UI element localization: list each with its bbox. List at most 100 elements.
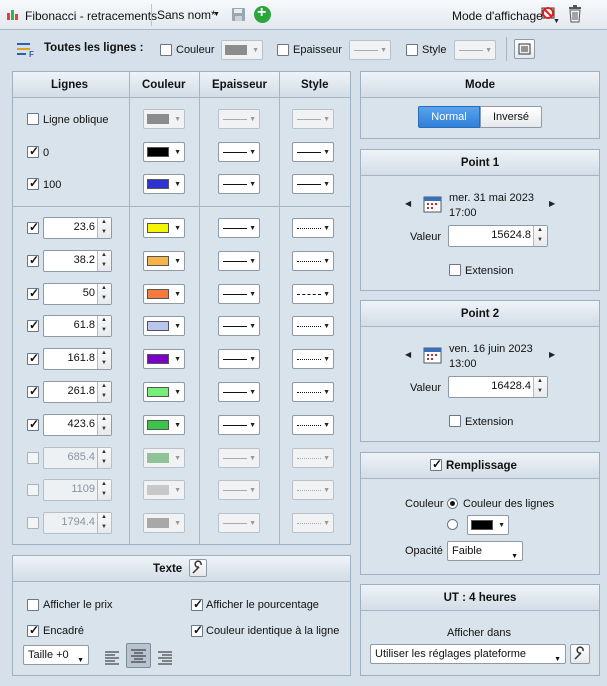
line-style-dropdown[interactable]: ▼ — [292, 109, 334, 129]
level-style-dropdown[interactable]: ▼ — [292, 447, 334, 468]
level-thickness-dropdown[interactable]: ▼ — [218, 349, 260, 370]
level-checkbox[interactable] — [27, 484, 39, 497]
point1-prev-icon[interactable]: ◀ — [405, 199, 411, 208]
level-thickness-dropdown[interactable]: ▼ — [218, 250, 260, 271]
point1-next-icon[interactable]: ▶ — [549, 199, 555, 208]
line-thickness-dropdown[interactable]: ▼ — [218, 109, 260, 129]
add-icon[interactable]: + — [254, 4, 271, 23]
level-checkbox[interactable]: ✓ — [27, 417, 39, 431]
trash-icon[interactable] — [567, 4, 583, 24]
level-color-dropdown[interactable]: ▼ — [143, 414, 185, 435]
level-style-dropdown[interactable]: ▼ — [292, 316, 334, 337]
level-color-dropdown[interactable]: ▼ — [143, 447, 185, 468]
point2-value-input[interactable]: 16428.4 — [448, 376, 548, 398]
level-thickness-dropdown[interactable]: ▼ — [218, 414, 260, 435]
all-thickness-checkbox[interactable] — [277, 44, 289, 56]
level-checkbox[interactable]: ✓ — [27, 384, 39, 398]
level-checkbox[interactable]: ✓ — [27, 286, 39, 300]
template-select[interactable]: Sans nom* ▼ — [155, 5, 223, 25]
line-thickness-dropdown[interactable]: ▼ — [218, 174, 260, 194]
level-color-dropdown[interactable]: ▼ — [143, 218, 185, 238]
level-style-dropdown[interactable]: ▼ — [292, 513, 334, 534]
level-thickness-dropdown[interactable]: ▼ — [218, 513, 260, 534]
display-mode-icon[interactable]: ▼ — [539, 4, 561, 25]
opacity-select[interactable]: Faible ▼ — [447, 541, 523, 561]
level-checkbox[interactable] — [27, 451, 39, 464]
align-right-icon[interactable] — [154, 646, 176, 668]
level-checkbox[interactable]: ✓ — [27, 220, 39, 234]
level-thickness-dropdown[interactable]: ▼ — [218, 447, 260, 468]
level-thickness-dropdown[interactable]: ▼ — [218, 382, 260, 402]
line-color-dropdown[interactable]: ▼ — [143, 174, 185, 194]
line-style-dropdown[interactable]: ▼ — [292, 174, 334, 194]
timeframe-settings-button[interactable] — [570, 644, 590, 664]
line-color-dropdown[interactable]: ▼ — [143, 109, 185, 129]
level-color-dropdown[interactable]: ▼ — [143, 480, 185, 501]
fill-checkbox[interactable]: ✓ — [430, 457, 442, 471]
level-value-input[interactable]: 685.4 — [43, 446, 112, 469]
level-style-dropdown[interactable]: ▼ — [292, 480, 334, 501]
line-color-dropdown[interactable]: ▼ — [143, 142, 185, 162]
calendar-icon[interactable] — [423, 194, 443, 214]
mode-inverse-button[interactable]: Inversé — [480, 106, 542, 128]
level-value-input[interactable]: 423.6 — [43, 413, 112, 436]
point1-value-input[interactable]: 15624.8 — [448, 225, 548, 247]
fill-lines-color-radio[interactable] — [447, 498, 458, 509]
line-checkbox[interactable] — [27, 113, 39, 125]
level-color-dropdown[interactable]: ▼ — [143, 283, 185, 304]
fill-custom-color-radio[interactable] — [447, 519, 458, 530]
level-value-input[interactable]: 61.8 — [43, 315, 112, 338]
fill-custom-color-dropdown[interactable]: ▼ — [467, 515, 509, 535]
level-color-dropdown[interactable]: ▼ — [143, 316, 185, 337]
point1-extension-checkbox[interactable] — [449, 264, 461, 276]
level-style-dropdown[interactable]: ▼ — [292, 382, 334, 402]
point2-next-icon[interactable]: ▶ — [549, 350, 555, 359]
mode-normal-button[interactable]: Normal — [418, 106, 480, 128]
save-icon[interactable] — [231, 7, 246, 22]
all-thickness-dropdown[interactable]: ▼ — [349, 40, 391, 60]
level-checkbox[interactable]: ✓ — [27, 253, 39, 267]
level-value-input[interactable]: 38.2 — [43, 249, 112, 272]
level-checkbox[interactable]: ✓ — [27, 318, 39, 333]
level-style-dropdown[interactable]: ▼ — [292, 349, 334, 370]
align-center-icon[interactable] — [126, 643, 151, 668]
all-style-checkbox[interactable] — [406, 44, 418, 56]
level-value-input[interactable]: 261.8 — [43, 381, 112, 403]
level-thickness-dropdown[interactable]: ▼ — [218, 283, 260, 304]
level-thickness-dropdown[interactable]: ▼ — [218, 218, 260, 238]
all-style-dropdown[interactable]: ▼ — [454, 40, 496, 60]
align-left-icon[interactable] — [101, 646, 123, 668]
list-settings-button[interactable] — [514, 39, 535, 59]
level-value-input[interactable]: 161.8 — [43, 348, 112, 371]
all-color-checkbox[interactable] — [160, 44, 172, 56]
level-style-dropdown[interactable]: ▼ — [292, 250, 334, 271]
level-style-dropdown[interactable]: ▼ — [292, 218, 334, 238]
level-style-dropdown[interactable]: ▼ — [292, 283, 334, 304]
level-color-dropdown[interactable]: ▼ — [143, 513, 185, 534]
text-size-select[interactable]: Taille +0 ▼ — [23, 645, 89, 665]
point2-prev-icon[interactable]: ◀ — [405, 350, 411, 359]
text-settings-button[interactable] — [189, 559, 207, 577]
level-thickness-dropdown[interactable]: ▼ — [218, 316, 260, 337]
show-price-checkbox[interactable] — [27, 599, 39, 611]
framed-checkbox[interactable]: ✓ — [27, 623, 39, 637]
show-in-select[interactable]: Utiliser les réglages plateforme ▼ — [370, 644, 566, 664]
calendar-icon[interactable] — [423, 345, 443, 365]
line-style-dropdown[interactable]: ▼ — [292, 142, 334, 162]
all-color-dropdown[interactable]: ▼ — [221, 40, 263, 60]
show-percent-checkbox[interactable]: ✓ — [191, 597, 203, 611]
level-checkbox[interactable] — [27, 517, 39, 530]
line-checkbox[interactable]: ✓ — [27, 144, 39, 158]
level-style-dropdown[interactable]: ▼ — [292, 414, 334, 435]
line-checkbox[interactable]: ✓ — [27, 176, 39, 190]
level-color-dropdown[interactable]: ▼ — [143, 349, 185, 370]
level-value-input[interactable]: 1794.4 — [43, 512, 112, 535]
point2-extension-checkbox[interactable] — [449, 415, 461, 427]
line-thickness-dropdown[interactable]: ▼ — [218, 142, 260, 162]
level-color-dropdown[interactable]: ▼ — [143, 250, 185, 271]
level-value-input[interactable]: 1109 — [43, 479, 112, 502]
same-color-checkbox[interactable]: ✓ — [191, 623, 203, 637]
level-thickness-dropdown[interactable]: ▼ — [218, 480, 260, 501]
level-checkbox[interactable]: ✓ — [27, 351, 39, 366]
level-value-input[interactable]: 50 — [43, 282, 112, 305]
